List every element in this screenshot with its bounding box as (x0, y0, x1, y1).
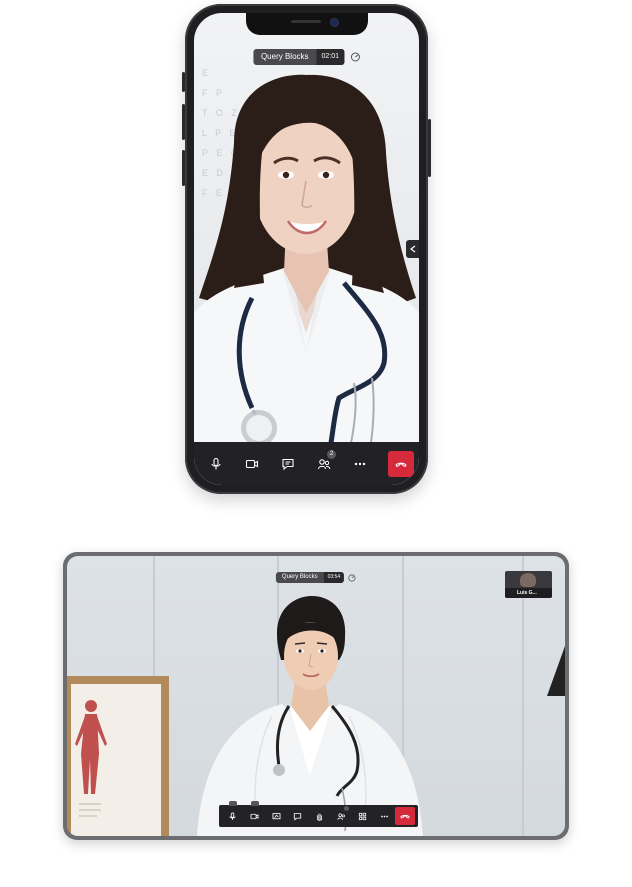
meeting-title: Query Blocks (260, 52, 309, 61)
network-gauge-icon[interactable] (348, 573, 356, 582)
chevron-left-icon (409, 245, 415, 253)
call-header: Query Blocks 02:01 (252, 49, 360, 65)
chat-icon (294, 812, 302, 821)
volume-down-button (182, 150, 185, 186)
call-timer: 02:01 (316, 49, 345, 65)
more-icon (354, 462, 366, 465)
end-call-icon (400, 814, 410, 819)
mic-button[interactable] (222, 801, 244, 827)
collapse-panel-button[interactable] (406, 240, 419, 258)
end-call-icon (395, 462, 407, 467)
camera-options-caret[interactable] (250, 801, 259, 806)
chat-button[interactable] (270, 442, 306, 485)
grid-view-icon (359, 812, 367, 820)
mic-button[interactable] (198, 442, 234, 485)
more-icon (381, 815, 388, 817)
microphone-icon (211, 457, 221, 469)
meeting-pill: Query Blocks 02:01 (252, 49, 345, 65)
raise-hand-icon (317, 813, 323, 821)
end-call-button[interactable] (388, 450, 414, 477)
phone-video-call-screen: E F P T O Z L P E D P E C F D E D F C Z … (194, 13, 419, 485)
tablet-video-call-screen: Query Blocks 03:54 Luis G... (67, 556, 565, 836)
participant-name: Luis G... (505, 588, 552, 598)
volume-up-button (182, 104, 185, 140)
phone-device: E F P T O Z L P E D P E C F D E D F C Z … (182, 4, 431, 494)
doctor-video-feed (194, 74, 419, 485)
participants-badge (343, 806, 349, 811)
power-button (428, 119, 431, 177)
participants-count-badge: 2 (327, 450, 336, 459)
phone-notch (246, 13, 368, 35)
participant-thumbnail[interactable]: Luis G... (505, 571, 552, 598)
video-camera-icon (250, 813, 259, 819)
participants-button[interactable]: 2 (306, 442, 342, 485)
network-gauge-icon[interactable] (350, 52, 360, 62)
chat-icon (282, 458, 294, 470)
more-button[interactable] (374, 805, 396, 827)
camera-button[interactable] (234, 442, 270, 485)
end-call-button[interactable] (395, 807, 415, 825)
camera-button[interactable] (244, 801, 266, 827)
participants-icon (337, 812, 345, 820)
call-toolbar: 2 (194, 442, 419, 485)
mic-options-caret[interactable] (229, 801, 237, 806)
call-timer: 03:54 (323, 572, 345, 583)
meeting-title: Query Blocks (281, 574, 318, 580)
chat-button[interactable] (287, 805, 309, 827)
call-toolbar (219, 801, 418, 827)
screen-share-button[interactable] (265, 805, 287, 827)
participant-video (520, 573, 536, 587)
meeting-pill: Query Blocks 03:54 (275, 572, 345, 583)
mute-switch (182, 72, 185, 92)
screen-share-icon (272, 812, 281, 819)
video-camera-icon (245, 459, 259, 468)
raise-hand-button[interactable] (309, 805, 331, 827)
grid-view-button[interactable] (352, 805, 374, 827)
front-camera (330, 18, 339, 27)
doctor-video-feed (197, 596, 423, 836)
participants-button[interactable] (330, 805, 352, 827)
call-header: Query Blocks 03:54 (275, 572, 356, 583)
earpiece-speaker (291, 20, 321, 23)
tablet-device: Query Blocks 03:54 Luis G... (63, 552, 569, 840)
more-button[interactable] (342, 442, 378, 485)
microphone-icon (229, 812, 236, 820)
